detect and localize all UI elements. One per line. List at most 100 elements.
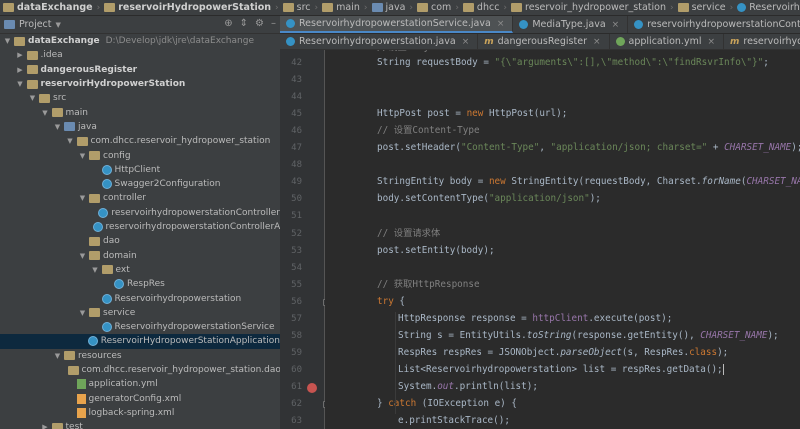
close-icon[interactable]: × [593,37,601,47]
editor-tab[interactable]: ReservoirhydropowerstationService.java × [280,16,514,33]
editor-tab[interactable]: m dangerousRegister × [478,34,610,49]
breadcrumb-label: service [691,2,726,13]
breadcrumb-item[interactable]: src [280,2,314,13]
folder-icon [89,151,100,161]
tree-item[interactable]: ReservoirHydropowerStationApplication [0,334,280,349]
expand-arrow-icon[interactable]: ▼ [91,266,100,274]
tree-item[interactable]: ▼ service [0,306,280,320]
tree-item[interactable]: application.yml [0,377,280,391]
expand-arrow-icon[interactable]: ▼ [3,37,12,45]
close-icon[interactable]: × [612,20,620,30]
expand-arrow-icon[interactable]: ▼ [16,80,25,88]
editor-tab[interactable]: mreservoirhydropowerstatio× [724,34,800,49]
breadcrumb: dataExchange › reservoirHydropowerStation ›… [0,0,800,16]
collapse-arrow-icon[interactable]: ▶ [41,423,50,429]
tree-item[interactable]: ReservoirhydropowerstationService [0,320,280,334]
tree-item[interactable]: ▶ .idea [0,48,280,62]
editor-tab-label: Reservoirhydropowerstation.java [299,36,456,47]
code-editor[interactable]: //设置body String requestBody = "{\"argumen… [325,50,800,429]
breadcrumb-item[interactable]: reservoirHydropowerStation [101,2,274,13]
tree-item[interactable]: ▼ domain [0,249,280,263]
expand-arrow-icon[interactable]: ▼ [78,309,87,317]
tree-item[interactable]: Swagger2Configuration [0,177,280,191]
close-icon[interactable]: × [707,37,715,47]
folder-icon [3,3,14,12]
folder-icon [26,50,38,60]
expand-arrow-icon[interactable]: ▼ [78,152,87,160]
line-number: 62 [291,399,302,409]
tree-item[interactable]: ▼ main [0,106,280,120]
tree-item[interactable]: dao [0,234,280,248]
breadcrumb-item[interactable]: java [369,2,409,13]
class-icon [92,222,103,233]
tree-item[interactable]: ▼ config [0,148,280,162]
tree-item[interactable]: HttpClient [0,163,280,177]
tree-item[interactable]: ▼ com.dhcc.reservoir_hydropower_station [0,134,280,148]
folder-icon [51,108,63,118]
locate-icon[interactable]: ⊕ [224,18,232,29]
tree-item[interactable]: ▼ reservoirHydropowerStation [0,77,280,91]
line-number: 48 [291,160,302,171]
code-line: post.setHeader("Content-Type", "applicat… [377,142,800,154]
project-panel-title[interactable]: Project [19,19,52,30]
tree-item-label: Reservoirhydropowerstation [114,293,242,304]
tree-item[interactable]: ▼ resources [0,349,280,363]
gear-icon[interactable]: ⚙ [255,18,264,29]
breadcrumb-label: com [431,2,452,13]
expand-arrow-icon[interactable]: ▼ [78,252,87,260]
tree-item[interactable]: Reservoirhydropowerstation [0,291,280,305]
editor-gutter[interactable]: 42 43 44 45 46 47 48 49 50 51 52 53 54 55 56 57 58 59 60 61… [280,50,330,429]
breadcrumb-item[interactable]: ReservoirhydropowerstationService [734,2,800,13]
breadcrumb-item[interactable]: dataExchange [0,2,96,13]
collapse-arrow-icon[interactable]: ▶ [16,51,25,59]
project-panel-header: Project ▼ ⊕ ⇕ ⚙ – [0,16,280,34]
tree-item[interactable]: ▶ dangerousRegister [0,63,280,77]
tree-item[interactable]: ▼ ext [0,263,280,277]
tree-item-label: resources [78,350,122,361]
breadcrumb-label: dataExchange [17,2,93,13]
tree-item[interactable]: ▼ java [0,120,280,134]
code-line: String s = EntityUtils.toString(response… [398,329,779,341]
expand-arrow-icon[interactable]: ▼ [78,194,87,202]
tree-item[interactable]: ▼ dataExchange D:\Develop\jdk\jre\dataExch… [0,34,280,48]
collapse-icon[interactable]: ⇕ [240,18,248,29]
code-line: post.setEntity(body); [377,244,495,256]
editor-tab[interactable]: Reservoirhydropowerstation.java × [280,34,479,49]
breadcrumb-item[interactable]: reservoir_hydropower_station [508,2,669,13]
tree-item[interactable]: reservoirhydropowerstationController [0,206,280,220]
breakpoint-icon[interactable] [307,382,317,393]
class-icon [737,3,747,12]
tree-item[interactable]: RespRes [0,277,280,291]
class-icon [519,20,529,29]
expand-arrow-icon[interactable]: ▼ [41,109,50,117]
editor-tabs-row2: Reservoirhydropowerstation.java × m dangero… [280,34,800,50]
expand-arrow-icon[interactable]: ▼ [66,137,75,145]
editor-tab[interactable]: application.yml × [610,34,725,49]
editor-tab[interactable]: MediaType.java × [513,16,629,33]
tree-item[interactable]: logback-spring.xml [0,406,280,420]
breadcrumb-item[interactable]: dhcc [460,2,503,13]
folder-icon [89,251,100,261]
tree-item[interactable]: ▼ src [0,91,280,105]
breadcrumb-label: ReservoirhydropowerstationService [749,2,800,13]
expand-arrow-icon[interactable]: ▼ [53,123,62,131]
close-icon[interactable]: × [462,37,470,47]
tree-item[interactable]: com.dhcc.reservoir_hydropower_station.da… [0,363,280,377]
chevron-down-icon[interactable]: ▼ [56,21,61,29]
folder-icon [322,3,334,12]
breadcrumb-item[interactable]: main [319,2,363,13]
tree-item[interactable]: reservoirhydropowerstationControllerApi [0,220,280,234]
close-icon[interactable]: × [497,19,505,29]
breadcrumb-item[interactable]: com [414,2,454,13]
tree-item[interactable]: ▶ test [0,420,280,429]
tree-item[interactable]: generatorConfig.xml [0,392,280,406]
editor-tab[interactable]: reservoirhydropowerstationController.jav… [628,16,800,33]
code-line: System.out.println(list); [398,380,538,392]
expand-arrow-icon[interactable]: ▼ [28,94,37,102]
class-icon [101,179,112,190]
breadcrumb-item[interactable]: service [675,2,729,13]
collapse-arrow-icon[interactable]: ▶ [16,66,25,74]
hide-icon[interactable]: – [271,18,276,29]
tree-item[interactable]: ▼ controller [0,191,280,205]
expand-arrow-icon[interactable]: ▼ [53,352,62,360]
